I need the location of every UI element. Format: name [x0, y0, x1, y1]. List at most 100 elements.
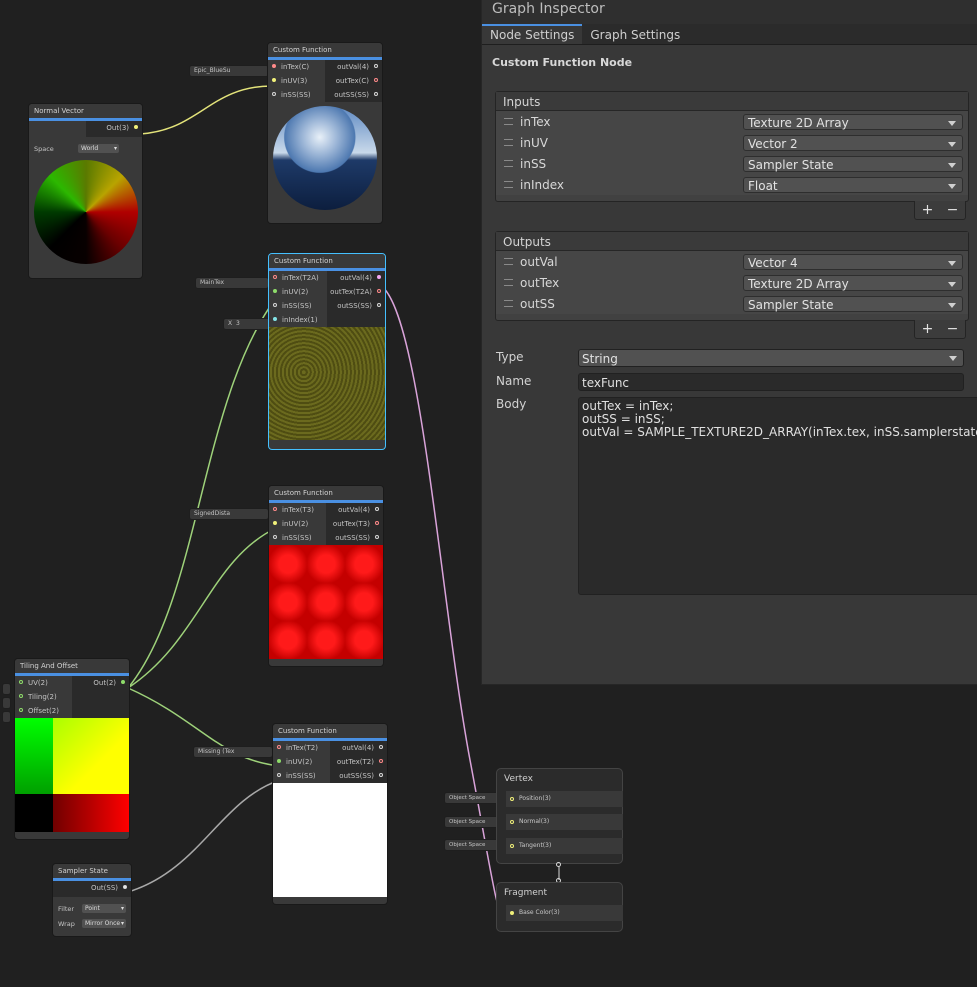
port-out[interactable]: Out(3): [86, 121, 143, 135]
name-field[interactable]: texFunc: [578, 373, 964, 391]
inputs-header: Inputs: [496, 92, 968, 111]
add-output-button[interactable]: +: [922, 321, 934, 337]
port-outss[interactable]: outSS(SS): [327, 299, 385, 313]
input-row-inuv[interactable]: inUV Vector 2: [496, 132, 968, 153]
port-offset[interactable]: Offset(2): [15, 704, 72, 718]
drag-handle-icon[interactable]: [504, 118, 513, 125]
texture-input-chip-4[interactable]: Missing (Tex: [194, 747, 272, 757]
sampler-state-node[interactable]: Sampler State Out(SS) Filter Point Wrap …: [53, 864, 131, 936]
drag-handle-icon[interactable]: [504, 279, 513, 286]
port-inss[interactable]: inSS(SS): [269, 531, 326, 545]
outputs-add-remove: + −: [914, 320, 966, 339]
port-out[interactable]: Out(2): [72, 676, 129, 690]
base-color-slot[interactable]: Base Color(3): [506, 905, 623, 921]
normal-slot[interactable]: Normal(3): [506, 814, 623, 830]
texture-input-chip-3[interactable]: SignedDista: [190, 509, 268, 519]
type-dropdown[interactable]: Sampler State: [743, 295, 963, 312]
filter-dropdown[interactable]: Point: [82, 904, 126, 913]
input-row-inss[interactable]: inSS Sampler State: [496, 153, 968, 174]
port-inss[interactable]: inSS(SS): [273, 769, 330, 783]
drag-handle-icon[interactable]: [504, 258, 513, 265]
port-intex[interactable]: inTex(T2A): [269, 271, 327, 285]
port-intex[interactable]: inTex(T2): [273, 741, 330, 755]
outputs-header: Outputs: [496, 232, 968, 251]
type-dropdown[interactable]: Texture 2D Array: [743, 113, 963, 130]
space-property: Space World: [29, 141, 142, 156]
drag-handle-icon[interactable]: [504, 139, 513, 146]
port-dot[interactable]: [134, 125, 138, 129]
position-slot[interactable]: Position(3): [506, 791, 623, 807]
port-inuv[interactable]: inUV(2): [269, 517, 326, 531]
sky-sphere-preview: [273, 106, 377, 210]
type-dropdown[interactable]: Vector 4: [743, 253, 963, 270]
wrap-dropdown[interactable]: Mirror Once: [82, 919, 126, 928]
type-dropdown[interactable]: Texture 2D Array: [743, 274, 963, 291]
node-title: Normal Vector: [29, 104, 142, 118]
texture-input-chip-1[interactable]: Epic_BlueSu: [190, 66, 268, 76]
vertex-context[interactable]: Vertex Position(3) Normal(3) Tangent(3): [496, 768, 623, 864]
drag-handle-icon[interactable]: [504, 160, 513, 167]
port-inss[interactable]: inSS(SS): [268, 88, 325, 102]
port-inss[interactable]: inSS(SS): [269, 299, 327, 313]
type-dropdown[interactable]: Vector 2: [743, 134, 963, 151]
port-outtex[interactable]: outTex(T2A): [327, 285, 385, 299]
tab-graph-settings[interactable]: Graph Settings: [582, 24, 688, 44]
type-dropdown[interactable]: Sampler State: [743, 155, 963, 172]
input-row-intex[interactable]: inTex Texture 2D Array: [496, 111, 968, 132]
output-row-outval[interactable]: outVal Vector 4: [496, 251, 968, 272]
custom-function-node-1[interactable]: Custom Function inTex(C) inUV(3) inSS(SS…: [268, 43, 382, 223]
float-input-chip[interactable]: X 3: [224, 319, 270, 329]
node-title: Tiling And Offset: [15, 659, 129, 673]
body-field[interactable]: outTex = inTex; outSS = inSS; outVal = S…: [578, 397, 977, 595]
vertex-title: Vertex: [504, 774, 533, 784]
tiling-chip[interactable]: [3, 698, 10, 708]
inspector-title: Graph Inspector: [482, 0, 977, 24]
tiling-and-offset-node[interactable]: Tiling And Offset UV(2) Tiling(2) Offset…: [15, 659, 129, 839]
output-row-outtex[interactable]: outTex Texture 2D Array: [496, 272, 968, 293]
normal-vector-node[interactable]: Normal Vector Out(3) Space World: [29, 104, 142, 278]
port-uv[interactable]: UV(2): [15, 676, 72, 690]
port-outval[interactable]: outVal(4): [326, 503, 383, 517]
add-input-button[interactable]: +: [922, 202, 934, 218]
port-outval[interactable]: outVal(4): [327, 271, 385, 285]
fragment-context[interactable]: Fragment Base Color(3): [496, 882, 623, 932]
section-title: Custom Function Node: [492, 56, 633, 69]
tangent-slot[interactable]: Tangent(3): [506, 838, 623, 854]
port-intex[interactable]: inTex(C): [268, 60, 325, 74]
type-dropdown[interactable]: Float: [743, 176, 963, 193]
port-outval[interactable]: outVal(4): [325, 60, 382, 74]
port-outtex[interactable]: outTex(C): [325, 74, 382, 88]
uv-chip[interactable]: [3, 684, 10, 694]
port-intex[interactable]: inTex(T3): [269, 503, 326, 517]
custom-function-node-3[interactable]: Custom Function inTex(T3) inUV(2) inSS(S…: [269, 486, 383, 666]
port-outss[interactable]: outSS(SS): [330, 769, 387, 783]
port-inindex[interactable]: inIndex(1): [269, 313, 327, 327]
space-dropdown[interactable]: World: [78, 144, 119, 153]
custom-function-node-2[interactable]: Custom Function inTex(T2A) inUV(2) inSS(…: [269, 254, 385, 449]
port-inuv[interactable]: inUV(2): [273, 755, 330, 769]
port-inuv[interactable]: inUV(3): [268, 74, 325, 88]
type-label: Type: [496, 350, 524, 364]
wire-tiling-to-cf2: [127, 297, 277, 689]
drag-handle-icon[interactable]: [504, 181, 513, 188]
port-outss[interactable]: outSS(SS): [326, 531, 383, 545]
wire-sampler-to-cf4: [127, 779, 281, 893]
port-outss[interactable]: outSS(SS): [325, 88, 382, 102]
output-row-outss[interactable]: outSS Sampler State: [496, 293, 968, 314]
port-outval[interactable]: outVal(4): [330, 741, 387, 755]
offset-chip[interactable]: [3, 712, 10, 722]
input-row-inindex[interactable]: inIndex Float: [496, 174, 968, 195]
drag-handle-icon[interactable]: [504, 300, 513, 307]
port-outtex[interactable]: outTex(T2): [330, 755, 387, 769]
tab-node-settings[interactable]: Node Settings: [482, 24, 583, 44]
port-out[interactable]: Out(SS): [53, 881, 131, 895]
graph-canvas[interactable]: Normal Vector Out(3) Space World Epic_Bl…: [0, 0, 977, 987]
port-outtex[interactable]: outTex(T3): [326, 517, 383, 531]
custom-function-node-4[interactable]: Custom Function inTex(T2) inUV(2) inSS(S…: [273, 724, 387, 904]
type-dropdown-field[interactable]: String: [578, 349, 964, 367]
texture-input-chip-2[interactable]: MainTex: [196, 278, 268, 288]
port-inuv[interactable]: inUV(2): [269, 285, 327, 299]
remove-input-button[interactable]: −: [947, 202, 959, 218]
port-tiling[interactable]: Tiling(2): [15, 690, 72, 704]
remove-output-button[interactable]: −: [947, 321, 959, 337]
